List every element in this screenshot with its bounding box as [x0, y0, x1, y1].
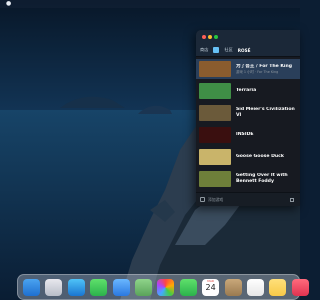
calendar-icon[interactable]: MAR 24: [202, 278, 220, 296]
finder-icon[interactable]: [23, 278, 40, 296]
game-row[interactable]: Getting Over It with Bennett Foddy: [196, 169, 300, 189]
safari-icon[interactable]: [67, 278, 85, 296]
mail-icon[interactable]: [112, 278, 130, 296]
game-thumbnail: [199, 149, 231, 165]
game-thumbnail: [199, 105, 231, 121]
window-footer: 添加游戏: [196, 192, 300, 206]
library-icon[interactable]: [213, 47, 220, 53]
close-button[interactable]: [202, 35, 206, 39]
photos-icon[interactable]: [157, 278, 175, 296]
notes-icon[interactable]: [269, 278, 287, 296]
window-titlebar: [196, 30, 300, 44]
downloads-icon[interactable]: [290, 198, 294, 202]
messages-icon[interactable]: [90, 278, 108, 296]
music-icon[interactable]: [291, 278, 309, 296]
launchpad-icon[interactable]: [45, 278, 63, 296]
facetime-icon[interactable]: [179, 278, 197, 296]
game-subtitle: 游戏 1 小时 · For The King: [236, 69, 279, 74]
game-thumbnail: [199, 83, 231, 99]
game-title: 为了吾王 / For The King: [236, 64, 293, 69]
add-game-icon[interactable]: [200, 197, 205, 202]
dock: MAR 24: [17, 274, 309, 300]
add-game-label[interactable]: 添加游戏: [208, 197, 223, 203]
maps-icon[interactable]: [134, 278, 152, 296]
steam-window: 商店 社区 ROSÉ 为了吾王 / For The King 游戏 1 小时 · …: [196, 30, 300, 206]
tab-profile[interactable]: ROSÉ: [238, 48, 251, 53]
game-title: Getting Over It with Bennett Foddy: [236, 173, 288, 184]
game-title: Goose Goose Duck: [236, 154, 284, 160]
nav-tabs: 商店 社区 ROSÉ: [196, 44, 300, 57]
game-row[interactable]: 为了吾王 / For The King 游戏 1 小时 · For The Kin…: [196, 59, 300, 79]
tab-community[interactable]: 社区: [224, 47, 232, 53]
tab-store[interactable]: 商店: [200, 47, 208, 53]
game-thumbnail: [199, 127, 231, 143]
game-row[interactable]: Goose Goose Duck: [196, 147, 300, 167]
game-thumbnail: [199, 61, 231, 77]
game-list: 为了吾王 / For The King 游戏 1 小时 · For The Kin…: [196, 57, 300, 189]
calendar-day: 24: [205, 282, 216, 292]
game-row[interactable]: INSIDE: [196, 125, 300, 145]
apple-icon[interactable]: ●: [6, 0, 11, 8]
game-row[interactable]: Sid Meier's Civilization VI: [196, 103, 300, 123]
reminders-icon[interactable]: [246, 278, 264, 296]
contacts-icon[interactable]: [224, 278, 242, 296]
menu-bar: ●: [0, 0, 300, 8]
game-thumbnail: [199, 171, 231, 187]
game-title: Sid Meier's Civilization VI: [236, 107, 295, 118]
zoom-button[interactable]: [214, 35, 218, 39]
game-row[interactable]: Terraria: [196, 81, 300, 101]
game-title: INSIDE: [236, 132, 254, 138]
minimize-button[interactable]: [208, 35, 212, 39]
game-title: Terraria: [236, 88, 257, 94]
